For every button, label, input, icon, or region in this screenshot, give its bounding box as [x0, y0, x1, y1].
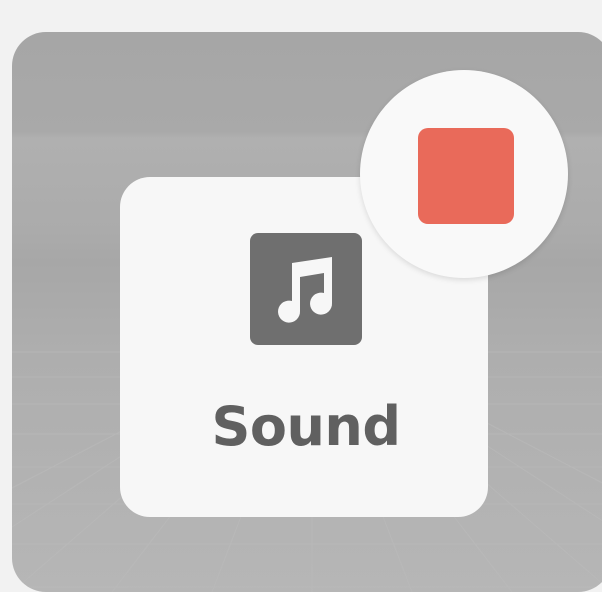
- stop-icon: [418, 128, 514, 224]
- stop-button[interactable]: [360, 70, 568, 278]
- sound-label: Sound: [211, 395, 401, 458]
- scene-viewport: Sound: [12, 32, 602, 592]
- music-note-icon: [250, 233, 362, 345]
